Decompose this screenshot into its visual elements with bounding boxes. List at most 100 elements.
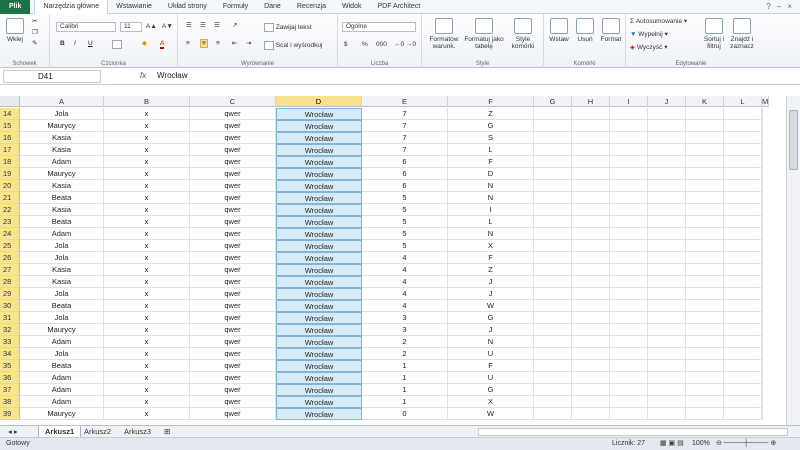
- cell-empty[interactable]: [610, 144, 648, 156]
- cell-empty[interactable]: [534, 312, 572, 324]
- cell-empty[interactable]: [610, 288, 648, 300]
- cell-empty[interactable]: [724, 252, 762, 264]
- cell-empty[interactable]: [762, 372, 763, 384]
- cell-empty[interactable]: [534, 156, 572, 168]
- cell-empty[interactable]: [610, 228, 648, 240]
- row-header[interactable]: 24: [0, 228, 20, 240]
- format-cells-button[interactable]: Format: [598, 18, 624, 43]
- cell-f[interactable]: S: [448, 132, 534, 144]
- cell-empty[interactable]: [610, 108, 648, 120]
- copy-icon[interactable]: ❐: [32, 29, 38, 36]
- cell-c[interactable]: qwer: [190, 348, 276, 360]
- cell-c[interactable]: qwer: [190, 108, 276, 120]
- cell-empty[interactable]: [724, 288, 762, 300]
- increase-decimal-icon[interactable]: ←0: [394, 41, 404, 48]
- select-all-corner[interactable]: [0, 96, 20, 107]
- cell-empty[interactable]: [610, 372, 648, 384]
- cell-empty[interactable]: [610, 300, 648, 312]
- cell-empty[interactable]: [534, 264, 572, 276]
- close-icon[interactable]: ×: [787, 2, 792, 11]
- cell-empty[interactable]: [648, 108, 686, 120]
- cell-empty[interactable]: [648, 288, 686, 300]
- cell-b[interactable]: x: [104, 168, 190, 180]
- column-header-I[interactable]: I: [610, 96, 648, 107]
- row-header[interactable]: 28: [0, 276, 20, 288]
- cell-empty[interactable]: [686, 180, 724, 192]
- cell-empty[interactable]: [572, 384, 610, 396]
- grow-font-icon[interactable]: A▲: [146, 23, 157, 30]
- cell-empty[interactable]: [686, 288, 724, 300]
- align-center-icon[interactable]: ≡: [200, 39, 208, 48]
- row-header[interactable]: 17: [0, 144, 20, 156]
- row-header[interactable]: 20: [0, 180, 20, 192]
- cell-d[interactable]: Wrocław: [276, 288, 362, 300]
- cell-empty[interactable]: [724, 192, 762, 204]
- cell-e[interactable]: 4: [362, 252, 448, 264]
- cell-empty[interactable]: [534, 408, 572, 420]
- cell-c[interactable]: qwer: [190, 360, 276, 372]
- font-color-icon[interactable]: A: [160, 40, 165, 49]
- cell-a[interactable]: Adam: [20, 372, 104, 384]
- cell-e[interactable]: 4: [362, 264, 448, 276]
- cell-empty[interactable]: [648, 396, 686, 408]
- cell-f[interactable]: U: [448, 348, 534, 360]
- cell-empty[interactable]: [534, 372, 572, 384]
- cell-empty[interactable]: [724, 264, 762, 276]
- find-select-button[interactable]: Znajdź i zaznacz: [728, 18, 756, 50]
- cell-a[interactable]: Maurycy: [20, 120, 104, 132]
- font-size-select[interactable]: 11: [120, 22, 142, 32]
- cell-e[interactable]: 6: [362, 180, 448, 192]
- cell-empty[interactable]: [762, 192, 763, 204]
- sheet-tab-2[interactable]: Arkusz2: [78, 426, 117, 437]
- cell-b[interactable]: x: [104, 180, 190, 192]
- cell-f[interactable]: G: [448, 120, 534, 132]
- cell-e[interactable]: 1: [362, 360, 448, 372]
- cell-empty[interactable]: [686, 396, 724, 408]
- cell-a[interactable]: Jola: [20, 252, 104, 264]
- cell-empty[interactable]: [686, 372, 724, 384]
- cell-d[interactable]: Wrocław: [276, 300, 362, 312]
- cell-empty[interactable]: [762, 264, 763, 276]
- cell-empty[interactable]: [610, 312, 648, 324]
- cell-empty[interactable]: [572, 204, 610, 216]
- cell-empty[interactable]: [534, 288, 572, 300]
- cell-c[interactable]: qwer: [190, 252, 276, 264]
- cell-empty[interactable]: [572, 144, 610, 156]
- cell-a[interactable]: Jola: [20, 348, 104, 360]
- cell-a[interactable]: Kasia: [20, 132, 104, 144]
- minimize-icon[interactable]: –: [777, 2, 781, 11]
- cell-empty[interactable]: [534, 324, 572, 336]
- cell-d[interactable]: Wrocław: [276, 252, 362, 264]
- cell-empty[interactable]: [648, 312, 686, 324]
- format-as-table-button[interactable]: Formatuj jako tabelę: [464, 18, 504, 50]
- paste-button[interactable]: Wklej: [4, 18, 26, 43]
- cell-empty[interactable]: [686, 300, 724, 312]
- cell-c[interactable]: qwer: [190, 372, 276, 384]
- cell-f[interactable]: F: [448, 360, 534, 372]
- cell-empty[interactable]: [648, 324, 686, 336]
- cell-empty[interactable]: [686, 276, 724, 288]
- cell-f[interactable]: Z: [448, 108, 534, 120]
- cell-empty[interactable]: [724, 300, 762, 312]
- column-header-M[interactable]: M: [762, 96, 770, 107]
- tab-3[interactable]: Układ strony: [160, 0, 215, 14]
- row-header[interactable]: 37: [0, 384, 20, 396]
- cell-empty[interactable]: [648, 144, 686, 156]
- cell-empty[interactable]: [724, 408, 762, 420]
- cell-empty[interactable]: [534, 192, 572, 204]
- cell-c[interactable]: qwer: [190, 180, 276, 192]
- cell-empty[interactable]: [534, 396, 572, 408]
- column-header-A[interactable]: A: [20, 96, 104, 107]
- cell-b[interactable]: x: [104, 240, 190, 252]
- row-header[interactable]: 30: [0, 300, 20, 312]
- sort-filter-button[interactable]: Sortuj i filtruj: [700, 18, 728, 50]
- cell-f[interactable]: N: [448, 192, 534, 204]
- cell-empty[interactable]: [762, 180, 763, 192]
- align-middle-icon[interactable]: ☰: [200, 22, 206, 29]
- cell-f[interactable]: G: [448, 384, 534, 396]
- row-header[interactable]: 14: [0, 108, 20, 120]
- cell-a[interactable]: Beata: [20, 216, 104, 228]
- cell-empty[interactable]: [610, 360, 648, 372]
- cell-d[interactable]: Wrocław: [276, 276, 362, 288]
- column-header-L[interactable]: L: [724, 96, 762, 107]
